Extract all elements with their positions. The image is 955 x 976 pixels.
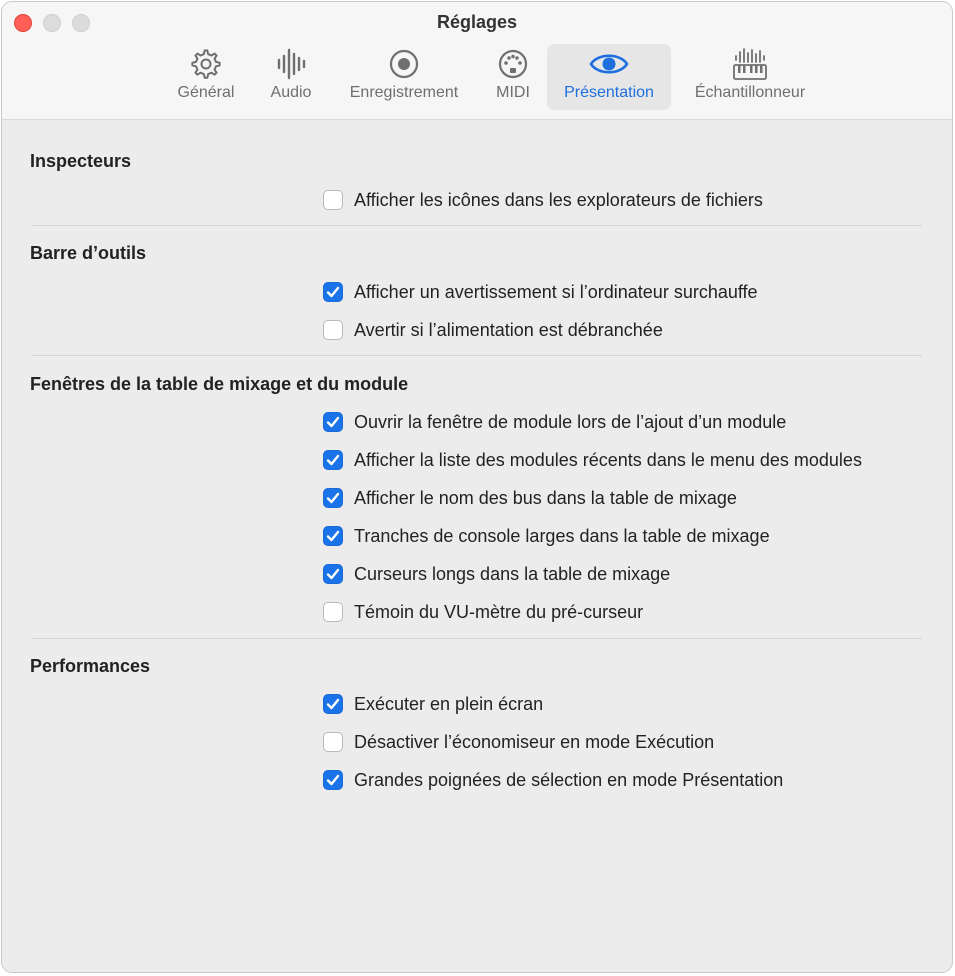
option-temoin-vu-metre[interactable]: Témoin du VU-mètre du pré-curseur <box>323 601 643 623</box>
checkbox[interactable] <box>323 732 343 752</box>
sampler-keyboard-icon <box>732 44 768 84</box>
option-label: Avertir si l’alimentation est débranchée <box>354 319 663 340</box>
option-plein-ecran[interactable]: Exécuter en plein écran <box>323 693 543 715</box>
checkbox[interactable] <box>323 564 343 584</box>
option-label: Afficher le nom des bus dans la table de… <box>354 487 737 508</box>
section-title-barre-outils: Barre d’outils <box>30 243 147 263</box>
title-bar: Réglages Général Audio Enregistrement MI… <box>2 2 952 120</box>
settings-content: Inspecteurs Afficher les icônes dans les… <box>2 121 952 972</box>
checkbox[interactable] <box>323 412 343 432</box>
tab-label: Enregistrement <box>349 84 459 101</box>
option-label: Curseurs longs dans la table de mixage <box>354 563 671 584</box>
option-label: Ouvrir la fenêtre de module lors de l’aj… <box>354 411 787 432</box>
option-alimentation-debranchee[interactable]: Avertir si l’alimentation est débranchée <box>323 319 663 341</box>
window-title: Réglages <box>436 12 518 32</box>
tab-label: Général <box>177 84 235 101</box>
option-tranches-larges[interactable]: Tranches de console larges dans la table… <box>323 525 770 547</box>
option-label: Afficher les icônes dans les explorateur… <box>354 189 763 210</box>
checkbox[interactable] <box>323 190 343 210</box>
checkbox[interactable] <box>323 526 343 546</box>
option-label: Afficher la liste des modules récents da… <box>354 449 862 470</box>
checkbox[interactable] <box>323 450 343 470</box>
option-label: Désactiver l’économiseur en mode Exécuti… <box>354 731 715 752</box>
option-label: Afficher un avertissement si l’ordinateu… <box>354 281 758 302</box>
checkbox[interactable] <box>323 282 343 302</box>
tab-label: Audio <box>270 84 312 101</box>
midi-port-icon <box>497 44 529 84</box>
tab-general[interactable]: Général <box>170 44 242 110</box>
option-grandes-poignees[interactable]: Grandes poignées de sélection en mode Pr… <box>323 769 783 791</box>
section-divider <box>32 638 922 639</box>
section-divider <box>32 225 922 226</box>
checkbox[interactable] <box>323 488 343 508</box>
settings-window: Réglages Général Audio Enregistrement MI… <box>1 1 953 973</box>
option-economiseur[interactable]: Désactiver l’économiseur en mode Exécuti… <box>323 731 714 753</box>
tab-label: Présentation <box>564 84 654 101</box>
option-avertissement-surchauffe[interactable]: Afficher un avertissement si l’ordinateu… <box>323 281 758 303</box>
record-icon <box>388 44 420 84</box>
option-afficher-icones[interactable]: Afficher les icônes dans les explorateur… <box>323 189 763 211</box>
tab-presentation[interactable]: Présentation <box>547 44 671 110</box>
section-divider <box>32 355 922 356</box>
checkbox[interactable] <box>323 320 343 340</box>
option-nom-bus[interactable]: Afficher le nom des bus dans la table de… <box>323 487 737 509</box>
tab-midi[interactable]: MIDI <box>488 44 538 110</box>
tab-enregistrement[interactable]: Enregistrement <box>339 44 469 110</box>
option-modules-recents[interactable]: Afficher la liste des modules récents da… <box>323 449 862 471</box>
section-title-performances: Performances <box>30 656 151 676</box>
tab-label: MIDI <box>496 84 530 101</box>
option-ouvrir-fenetre-module[interactable]: Ouvrir la fenêtre de module lors de l’aj… <box>323 411 786 433</box>
checkbox[interactable] <box>323 602 343 622</box>
tab-echantillonneur[interactable]: Échantillonneur <box>686 44 814 110</box>
checkbox[interactable] <box>323 694 343 714</box>
option-label: Grandes poignées de sélection en mode Pr… <box>354 769 784 790</box>
section-title-fenetres-mixage: Fenêtres de la table de mixage et du mod… <box>30 374 409 394</box>
gear-icon <box>189 44 223 84</box>
waveform-icon <box>276 44 306 84</box>
option-label: Tranches de console larges dans la table… <box>354 525 770 546</box>
option-label: Exécuter en plein écran <box>354 693 544 714</box>
eye-icon <box>588 44 630 84</box>
tab-audio[interactable]: Audio <box>262 44 320 110</box>
checkbox[interactable] <box>323 770 343 790</box>
option-label: Témoin du VU-mètre du pré-curseur <box>354 601 644 622</box>
option-curseurs-longs[interactable]: Curseurs longs dans la table de mixage <box>323 563 670 585</box>
tab-label: Échantillonneur <box>694 84 806 101</box>
section-title-inspecteurs: Inspecteurs <box>30 151 132 171</box>
